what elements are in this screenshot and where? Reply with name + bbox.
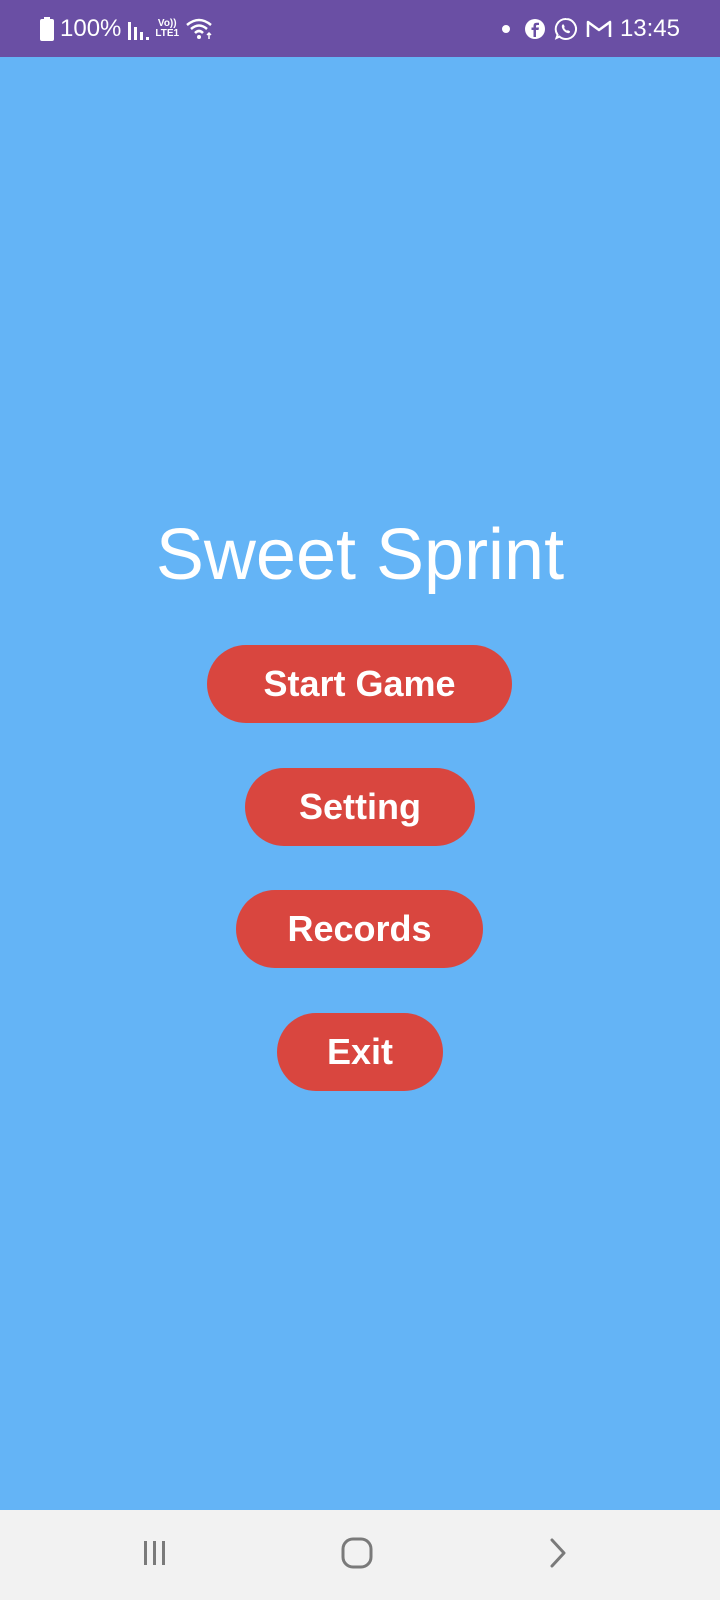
battery-percentage: 100% — [60, 14, 122, 42]
status-bar-right: 13:45 — [501, 0, 680, 57]
volte-lte-icon: Vo)) LTE1 — [155, 17, 180, 39]
back-button[interactable] — [498, 1510, 618, 1600]
battery-icon — [40, 16, 54, 41]
back-icon — [547, 1537, 569, 1574]
records-button[interactable]: Records — [236, 890, 483, 968]
volte-label: Vo)) — [157, 17, 177, 29]
status-clock: 13:45 — [619, 14, 680, 42]
navigation-bar — [0, 1510, 720, 1600]
recents-button[interactable] — [95, 1510, 215, 1600]
home-button[interactable] — [297, 1510, 417, 1600]
game-title: Sweet Sprint — [155, 515, 565, 595]
facebook-icon — [524, 18, 546, 40]
exit-button[interactable]: Exit — [277, 1013, 443, 1091]
app-screen: 100% Vo)) LTE1 13:45 Sweet Sprint Start … — [0, 0, 720, 1600]
status-bar: 100% Vo)) LTE1 13:45 — [0, 0, 720, 57]
home-icon — [340, 1536, 374, 1575]
setting-button[interactable]: Setting — [245, 768, 475, 846]
signal-icon — [127, 18, 150, 40]
whatsapp-icon — [554, 17, 578, 41]
gmail-icon — [586, 19, 612, 39]
wifi-icon — [185, 17, 215, 41]
recents-icon — [140, 1539, 170, 1572]
start-game-button[interactable]: Start Game — [207, 645, 512, 723]
lte-label: LTE1 — [155, 27, 180, 39]
notification-dot-icon — [501, 24, 510, 33]
status-bar-left: 100% Vo)) LTE1 — [40, 0, 215, 57]
